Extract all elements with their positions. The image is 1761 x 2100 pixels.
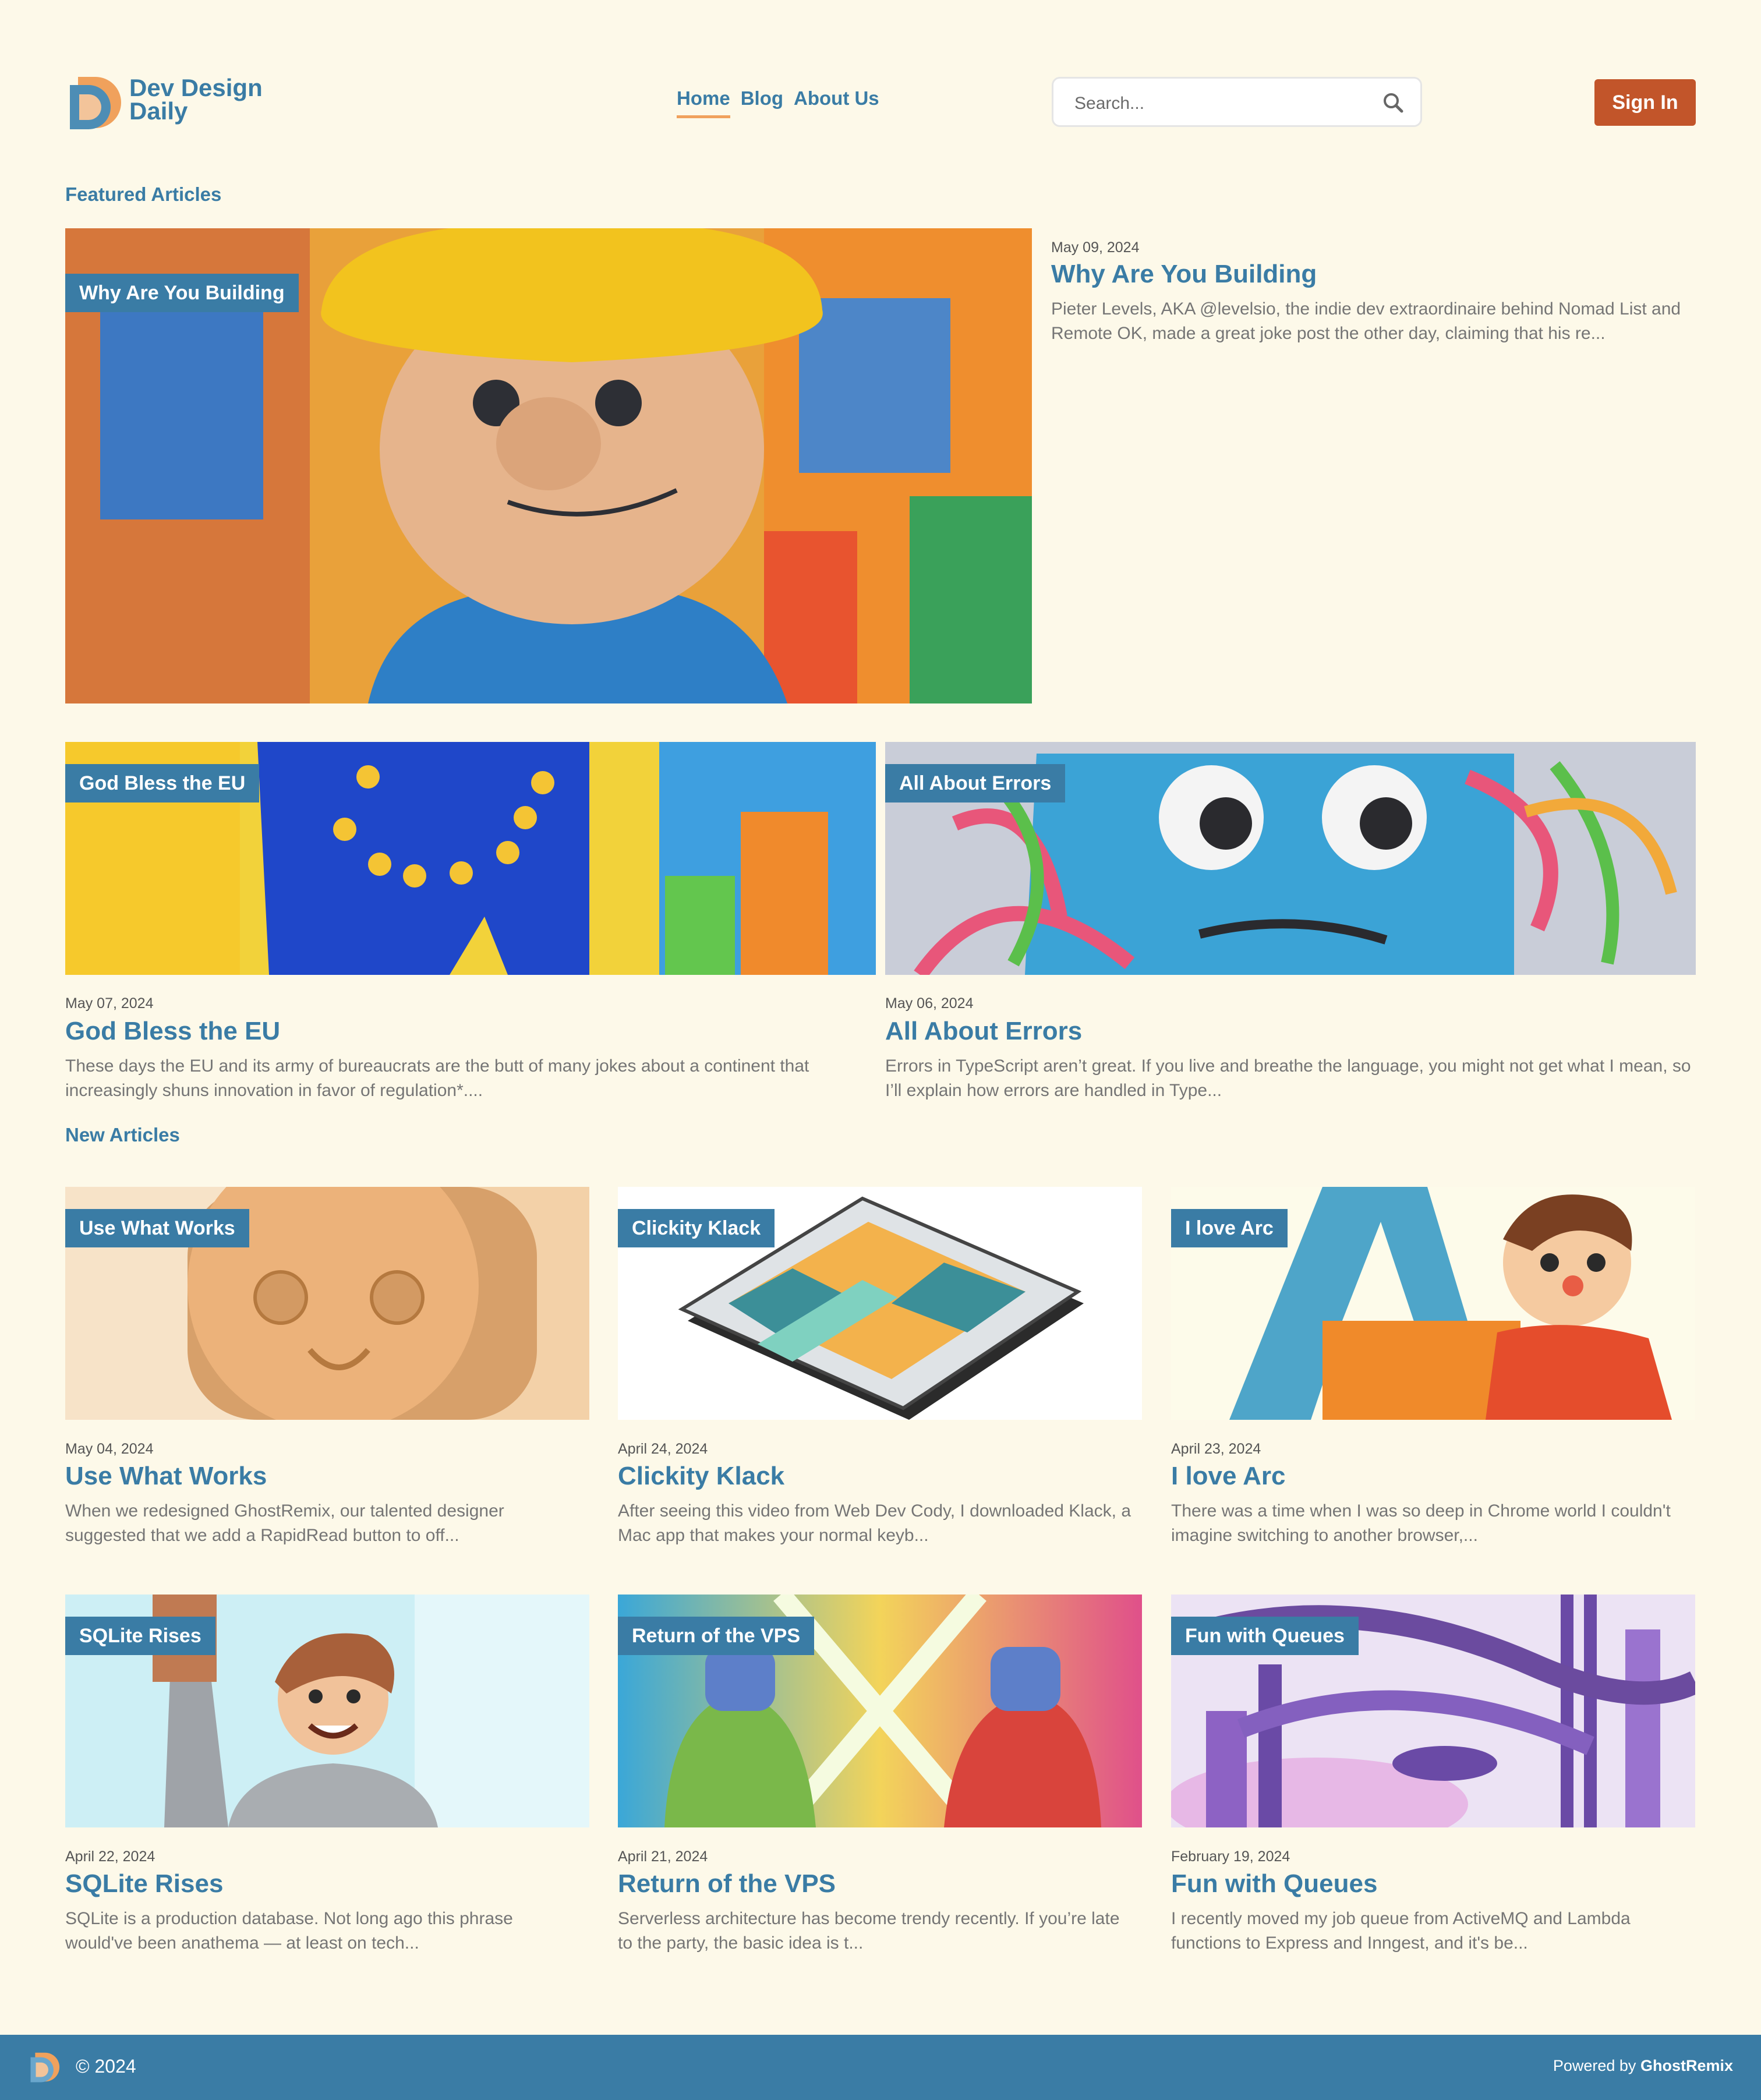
footer-powered-prefix: Powered by (1553, 2057, 1636, 2074)
article-tag[interactable]: Return of the VPS (618, 1617, 815, 1655)
search-input[interactable] (1073, 91, 1378, 116)
article-date: April 22, 2024 (65, 1848, 155, 1865)
article-tag[interactable]: Clickity Klack (618, 1209, 775, 1247)
footer-powered-by: Powered by GhostRemix (1553, 2057, 1733, 2075)
article-tag[interactable]: Use What Works (65, 1209, 249, 1247)
article-title[interactable]: Use What Works (65, 1462, 267, 1491)
article-title[interactable]: Return of the VPS (618, 1869, 836, 1899)
article-date: February 19, 2024 (1171, 1848, 1290, 1865)
article-excerpt: After seeing this video from Web Dev Cod… (618, 1501, 1131, 1545)
article-date: May 04, 2024 (65, 1441, 154, 1457)
article-title[interactable]: I love Arc (1171, 1462, 1285, 1491)
article-excerpt: There was a time when I was so deep in C… (1171, 1501, 1671, 1545)
featured-tag[interactable]: God Bless the EU (65, 764, 260, 802)
article-title[interactable]: SQLite Rises (65, 1869, 223, 1899)
article-date: April 21, 2024 (618, 1848, 708, 1865)
article-tag[interactable]: Fun with Queues (1171, 1617, 1359, 1655)
dd-logo-icon[interactable] (28, 2049, 64, 2085)
featured-excerpt: Pieter Levels, AKA @levelsio, the indie … (1051, 299, 1681, 343)
article-excerpt: SQLite is a production database. Not lon… (65, 1909, 513, 1953)
featured-excerpt: These days the EU and its army of bureau… (65, 1056, 809, 1100)
search-icon[interactable] (1381, 90, 1406, 116)
dd-logo-icon[interactable] (65, 70, 129, 134)
sign-in-button[interactable]: Sign In (1594, 79, 1696, 126)
article-excerpt: I recently moved my job queue from Activ… (1171, 1909, 1631, 1953)
article-date: April 23, 2024 (1171, 1441, 1261, 1457)
featured-excerpt: Errors in TypeScript aren’t great. If yo… (885, 1056, 1691, 1100)
site-footer: © 2024 Powered by GhostRemix (0, 2035, 1761, 2100)
featured-date: May 09, 2024 (1051, 239, 1140, 256)
featured-title[interactable]: God Bless the EU (65, 1017, 280, 1046)
featured-section-title: Featured Articles (65, 183, 222, 205)
featured-image-god-bless-eu[interactable]: God Bless the EU (65, 742, 876, 975)
article-tag[interactable]: SQLite Rises (65, 1617, 215, 1655)
main-nav: Home Blog About Us (677, 87, 879, 118)
brand-name-line1: Dev Design (129, 74, 263, 101)
article-image-fun-with-queues[interactable]: Fun with Queues (1171, 1595, 1695, 1827)
brand-name[interactable]: Dev Design Daily (129, 76, 263, 123)
article-image-sqlite-rises[interactable]: SQLite Rises (65, 1595, 589, 1827)
featured-title[interactable]: Why Are You Building (1051, 260, 1317, 289)
article-image-clickity-klack[interactable]: Clickity Klack (618, 1187, 1142, 1420)
featured-tag[interactable]: All About Errors (885, 764, 1066, 802)
article-title[interactable]: Fun with Queues (1171, 1869, 1377, 1899)
article-tag[interactable]: I love Arc (1171, 1209, 1288, 1247)
new-articles-section-title: New Articles (65, 1124, 180, 1146)
featured-image-why-building[interactable]: Why Are You Building (65, 228, 1032, 703)
article-image-use-what-works[interactable]: Use What Works (65, 1187, 589, 1420)
featured-date: May 06, 2024 (885, 995, 974, 1012)
article-title[interactable]: Clickity Klack (618, 1462, 784, 1491)
search-box (1052, 77, 1422, 127)
featured-title[interactable]: All About Errors (885, 1017, 1082, 1046)
article-date: April 24, 2024 (618, 1441, 708, 1457)
article-image-i-love-arc[interactable]: I love Arc (1171, 1187, 1695, 1420)
article-excerpt: When we redesigned GhostRemix, our talen… (65, 1501, 504, 1545)
footer-powered-brand-link[interactable]: GhostRemix (1640, 2057, 1733, 2074)
brand-name-line2: Daily (129, 97, 188, 125)
article-excerpt: Serverless architecture has become trend… (618, 1909, 1120, 1953)
featured-tag[interactable]: Why Are You Building (65, 274, 299, 312)
featured-date: May 07, 2024 (65, 995, 154, 1012)
nav-about-link[interactable]: About Us (794, 87, 879, 118)
article-image-return-of-the-vps[interactable]: Return of the VPS (618, 1595, 1142, 1827)
nav-blog-link[interactable]: Blog (741, 87, 783, 118)
featured-image-all-about-errors[interactable]: All About Errors (885, 742, 1696, 975)
footer-copyright: © 2024 (76, 2056, 136, 2077)
nav-home-link[interactable]: Home (677, 87, 730, 118)
